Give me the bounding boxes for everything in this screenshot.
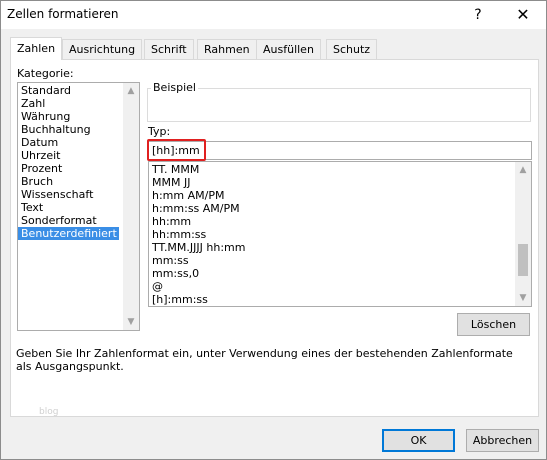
scroll-thumb[interactable] bbox=[518, 244, 528, 276]
watermark: blog bbox=[39, 407, 59, 417]
tab-ausrichtung[interactable]: Ausrichtung bbox=[62, 39, 143, 59]
category-item-wissenschaft[interactable]: Wissenschaft bbox=[18, 188, 139, 201]
category-item-uhrzeit[interactable]: Uhrzeit bbox=[18, 149, 139, 162]
close-button[interactable]: ✕ bbox=[501, 1, 545, 29]
sample-group bbox=[147, 88, 531, 122]
description-text: Geben Sie Ihr Zahlenformat ein, unter Ve… bbox=[16, 347, 513, 373]
type-label: Typ: bbox=[148, 125, 171, 138]
tab-zahlen[interactable]: Zahlen bbox=[10, 37, 63, 60]
type-item[interactable]: MMM JJ bbox=[149, 176, 531, 189]
type-item[interactable]: mm:ss bbox=[149, 254, 531, 267]
scroll-up-icon[interactable]: ▲ bbox=[515, 162, 531, 178]
tab-ausfuellen[interactable]: Ausfüllen bbox=[256, 39, 321, 59]
category-item-buchhaltung[interactable]: Buchhaltung bbox=[18, 123, 139, 136]
type-item[interactable]: hh:mm:ss bbox=[149, 228, 531, 241]
category-item-standard[interactable]: Standard bbox=[18, 84, 139, 97]
category-item-zahl[interactable]: Zahl bbox=[18, 97, 139, 110]
type-list[interactable]: TT. MMM MMM JJ h:mm AM/PM h:mm:ss AM/PM … bbox=[148, 161, 532, 307]
scroll-down-icon[interactable]: ▼ bbox=[123, 314, 139, 330]
category-item-sonderformat[interactable]: Sonderformat bbox=[18, 214, 139, 227]
type-item[interactable]: TT.MM.JJJJ hh:mm bbox=[149, 241, 531, 254]
type-scrollbar[interactable]: ▲ ▼ bbox=[515, 162, 531, 306]
dialog-body: Zahlen Ausrichtung Schrift Rahmen Ausfül… bbox=[1, 29, 546, 421]
type-item[interactable]: @ bbox=[149, 280, 531, 293]
ok-button[interactable]: OK bbox=[382, 429, 455, 452]
window-title: Zellen formatieren bbox=[7, 7, 119, 21]
format-cells-dialog: Zellen formatieren ? ✕ Zahlen Ausrichtun… bbox=[0, 0, 547, 460]
sample-label: Beispiel bbox=[151, 81, 198, 94]
category-item-datum[interactable]: Datum bbox=[18, 136, 139, 149]
type-item[interactable]: hh:mm bbox=[149, 215, 531, 228]
type-item[interactable]: h:mm:ss AM/PM bbox=[149, 202, 531, 215]
scroll-down-icon[interactable]: ▼ bbox=[515, 290, 531, 306]
type-item[interactable]: TT. MMM bbox=[149, 163, 531, 176]
category-item-benutzerdefiniert[interactable]: Benutzerdefiniert bbox=[18, 227, 119, 240]
dialog-footer: OK Abbrechen bbox=[1, 421, 546, 459]
cancel-button[interactable]: Abbrechen bbox=[466, 429, 539, 452]
category-item-prozent[interactable]: Prozent bbox=[18, 162, 139, 175]
category-item-waehrung[interactable]: Währung bbox=[18, 110, 139, 123]
category-item-text[interactable]: Text bbox=[18, 201, 139, 214]
scroll-up-icon[interactable]: ▲ bbox=[123, 83, 139, 99]
category-list[interactable]: Standard Zahl Währung Buchhaltung Datum … bbox=[17, 82, 140, 331]
type-item[interactable]: [h]:mm:ss bbox=[149, 293, 531, 306]
category-scrollbar[interactable]: ▲ ▼ bbox=[123, 83, 139, 330]
title-bar: Zellen formatieren ? ✕ bbox=[1, 1, 546, 29]
type-item[interactable]: mm:ss,0 bbox=[149, 267, 531, 280]
delete-button[interactable]: Löschen bbox=[457, 313, 530, 336]
type-item[interactable]: h:mm AM/PM bbox=[149, 189, 531, 202]
category-item-bruch[interactable]: Bruch bbox=[18, 175, 139, 188]
tab-schrift[interactable]: Schrift bbox=[144, 39, 194, 59]
tab-schutz[interactable]: Schutz bbox=[326, 39, 378, 59]
help-button[interactable]: ? bbox=[456, 1, 500, 29]
type-highlight-box bbox=[147, 139, 206, 161]
category-label: Kategorie: bbox=[17, 67, 74, 80]
tab-rahmen[interactable]: Rahmen bbox=[197, 39, 257, 59]
